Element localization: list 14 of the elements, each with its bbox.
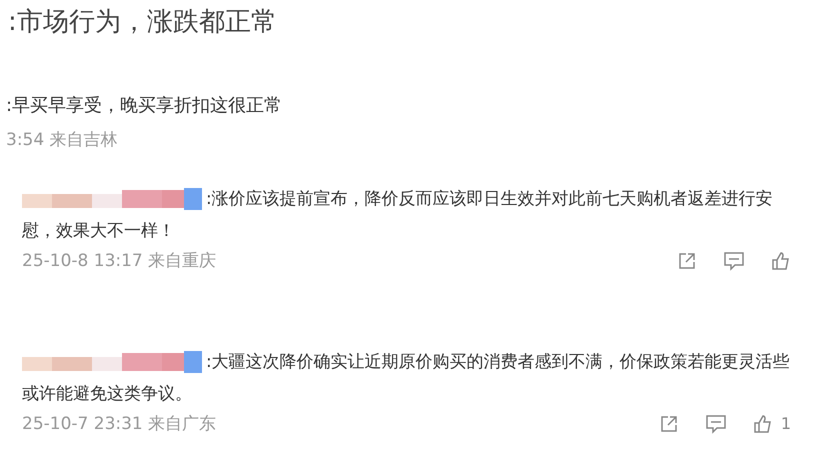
- comment-text: :大疆这次降价确实让近期原价购买的消费者感到不满，价保政策若能更灵活些或许能避免这类争议。: [22, 352, 790, 404]
- comment-meta: 3:54 来自吉林: [6, 129, 118, 151]
- comment-text: :涨价应该提前宣布，降价反而应该即日生效并对此前七天购机者返差进行安慰，效果大不一样！: [22, 189, 773, 241]
- headline-text: :市场行为，涨跌都正常: [7, 6, 278, 39]
- comment-meta: 25-10-8 13:17 来自重庆: [22, 250, 216, 272]
- share-icon[interactable]: [677, 250, 697, 270]
- thumbs-up-icon[interactable]: [752, 414, 773, 434]
- comment-meta: 25-10-7 23:31 来自广东: [22, 413, 216, 435]
- thumbs-up-icon[interactable]: [771, 250, 791, 270]
- comment-icon[interactable]: [723, 250, 745, 270]
- comment-icon[interactable]: [704, 414, 727, 434]
- share-icon[interactable]: [658, 414, 679, 434]
- like-count: 1: [780, 414, 791, 433]
- comment-text: :早买早享受，晚买享折扣这很正常: [6, 95, 282, 116]
